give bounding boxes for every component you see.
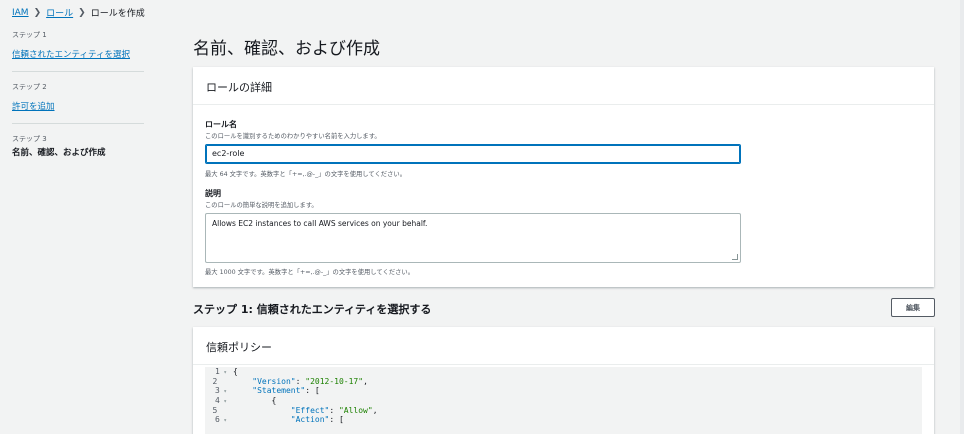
code-text: "Action": [	[290, 415, 344, 424]
code-text: "Statement": [	[252, 386, 320, 395]
role-name-field: ロール名 このロールを識別するためのわかりやすい名前を入力します。 ec2-ro…	[205, 119, 741, 178]
role-name-input[interactable]: ec2-role	[205, 144, 741, 164]
role-name-label: ロール名	[205, 120, 237, 129]
description-description: このロールの簡単な説明を追加します。	[205, 202, 318, 209]
page-scrollbar[interactable]	[960, 0, 964, 434]
trust-policy-header: 信頼ポリシー	[193, 327, 934, 365]
code-line: 6 ▾ "Action": [	[205, 415, 922, 425]
code-line: 5 "Effect": "Allow",	[205, 406, 922, 415]
page-title: 名前、確認、および作成	[193, 39, 380, 59]
step-2: ステップ 2 許可を追加	[12, 82, 144, 124]
chevron-right-icon: ❯	[33, 7, 42, 18]
step-number: ステップ 2	[12, 83, 47, 91]
fold-arrow-icon[interactable]: ▾	[220, 398, 227, 405]
code-line: 3 ▾ "Statement": [	[205, 386, 922, 396]
description-label: 説明	[205, 189, 221, 198]
edit-button[interactable]: 編集	[891, 298, 935, 317]
code-text: "Version": "2012-10-17",	[252, 377, 368, 386]
step-2-link[interactable]: 許可を追加	[12, 102, 55, 112]
breadcrumb: IAM ❯ ロール ❯ ロールを作成	[12, 6, 145, 20]
line-number: 3 ▾	[214, 386, 227, 395]
breadcrumb-roles-link[interactable]: ロール	[46, 6, 73, 19]
line-number: 6 ▾	[214, 415, 227, 424]
code-line: 2 "Version": "2012-10-17",	[205, 377, 922, 386]
role-details-header: ロールの詳細	[193, 67, 934, 105]
wizard-steps: ステップ 1 信頼されたエンティティを選択 ステップ 2 許可を追加 ステップ …	[12, 30, 144, 178]
breadcrumb-iam-link[interactable]: IAM	[12, 8, 29, 18]
fold-arrow-icon[interactable]: ▾	[220, 417, 227, 424]
fold-arrow-icon[interactable]: ▾	[220, 369, 227, 376]
line-number: 5	[212, 406, 227, 415]
code-line: 4 ▾ {	[205, 396, 922, 406]
code-text: "Effect": "Allow",	[290, 406, 378, 415]
step1-section-title: ステップ 1: 信頼されたエンティティを選択する	[193, 303, 432, 316]
role-name-description: このロールを識別するためのわかりやすい名前を入力します。	[205, 133, 381, 140]
trust-policy-code-editor[interactable]: 1 ▾{2 "Version": "2012-10-17", 3 ▾ "State…	[205, 367, 922, 434]
description-field: 説明 このロールの簡単な説明を追加します。 Allows EC2 instanc…	[205, 188, 741, 276]
description-textarea[interactable]: Allows EC2 instances to call AWS service…	[205, 213, 741, 263]
resize-handle-icon[interactable]	[732, 254, 738, 260]
trust-policy-panel: 信頼ポリシー 1 ▾{2 "Version": "2012-10-17", 3 ▾…	[193, 327, 934, 434]
step-3: ステップ 3 名前、確認、および作成	[12, 134, 144, 168]
role-name-hint: 最大 64 文字です。英数字と「+=,.@-_」の文字を使用してください。	[205, 171, 406, 178]
step-3-current: 名前、確認、および作成	[12, 148, 106, 158]
line-number: 1 ▾	[214, 367, 227, 376]
code-line: 1 ▾ {	[205, 367, 922, 377]
line-number: 2	[212, 377, 227, 386]
description-value: Allows EC2 instances to call AWS service…	[212, 219, 428, 228]
step-1-link[interactable]: 信頼されたエンティティを選択	[12, 50, 130, 60]
breadcrumb-current: ロールを作成	[90, 9, 145, 19]
step-number: ステップ 1	[12, 31, 47, 39]
code-text: {	[233, 367, 238, 376]
description-hint: 最大 1000 文字です。英数字と「+=,.@-_」の文字を使用してください。	[205, 269, 415, 276]
step-number: ステップ 3	[12, 135, 47, 143]
fold-arrow-icon[interactable]: ▾	[220, 388, 227, 395]
step-1: ステップ 1 信頼されたエンティティを選択	[12, 30, 144, 72]
code-text: {	[233, 396, 277, 405]
role-details-panel: ロールの詳細 ロール名 このロールを識別するためのわかりやすい名前を入力します。…	[193, 67, 934, 287]
chevron-right-icon: ❯	[78, 7, 86, 18]
line-number: 4 ▾	[214, 396, 227, 405]
